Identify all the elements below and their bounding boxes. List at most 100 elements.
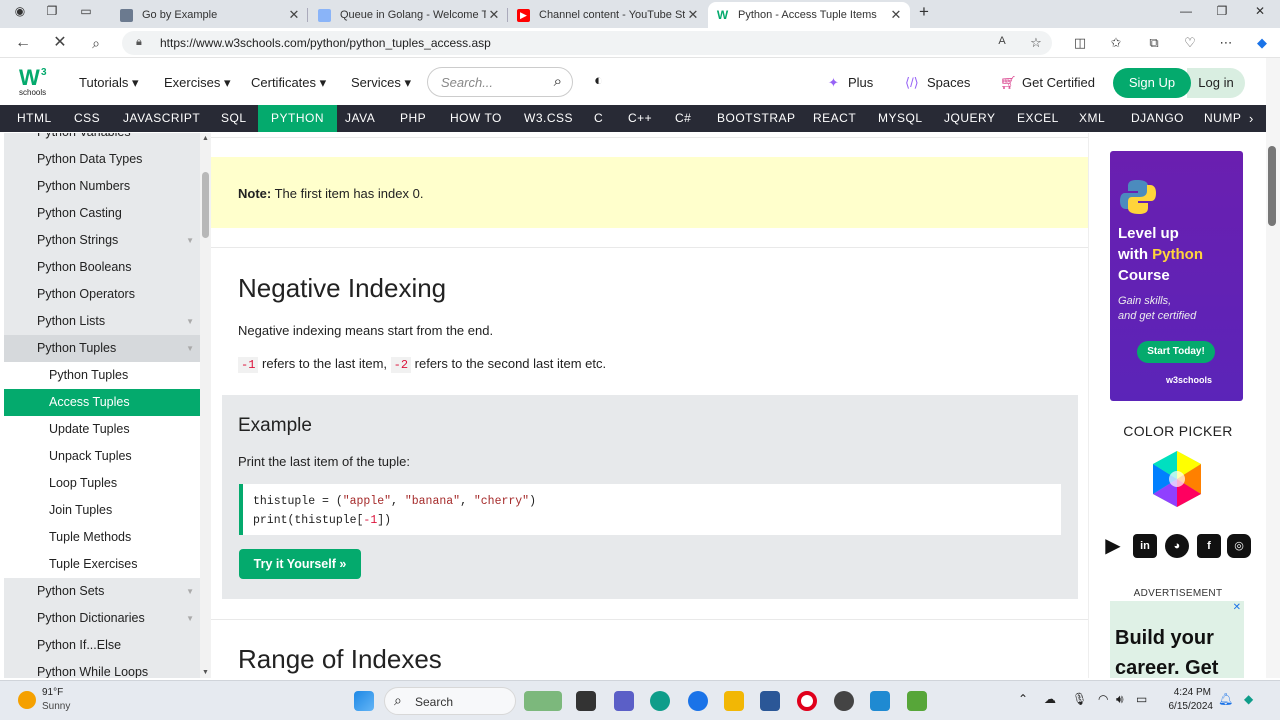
tab-queue-golang[interactable]: Queue in Golang - Welcome To C ✕: [310, 2, 508, 28]
sidebar-item-python-operators[interactable]: Python Operators: [4, 281, 200, 308]
workspaces-icon[interactable]: ❐: [42, 4, 62, 18]
sidebar-item-python-lists[interactable]: Python Lists ▼: [4, 308, 200, 335]
stop-loading-icon[interactable]: ✕: [50, 34, 70, 52]
lang-nav-how-to[interactable]: HOW TO: [437, 105, 515, 132]
lang-nav-django[interactable]: DJANGO: [1118, 105, 1197, 132]
favorites-icon[interactable]: ✩: [1106, 35, 1126, 51]
wifi-icon[interactable]: ◠: [1098, 692, 1108, 706]
sidebar-item-python-sets[interactable]: Python Sets ▼: [4, 578, 200, 605]
scroll-down-icon[interactable]: ▼: [202, 669, 209, 676]
facebook-icon[interactable]: f: [1197, 534, 1221, 558]
start-today-button[interactable]: Start Today!: [1137, 341, 1215, 363]
collections-icon[interactable]: ⧉: [1144, 35, 1164, 51]
back-icon[interactable]: ←: [13, 34, 33, 52]
search-icon[interactable]: ⌕: [86, 34, 106, 52]
notifications-icon[interactable]: 🔔︎: [1218, 692, 1233, 706]
file-explorer-icon[interactable]: [724, 691, 744, 711]
sidebar-item-join-tuples[interactable]: Join Tuples: [4, 497, 200, 524]
restore-icon[interactable]: ❐: [1212, 4, 1232, 18]
sidebar-item-tuple-methods[interactable]: Tuple Methods: [4, 524, 200, 551]
sun-weather-icon[interactable]: [18, 691, 36, 709]
python-course-ad[interactable]: Level up with Python Course Gain skills,…: [1110, 151, 1243, 401]
lang-nav-php[interactable]: PHP: [387, 105, 439, 132]
career-ad[interactable]: ✕ Build your career. Get: [1110, 601, 1244, 678]
battery-icon[interactable]: ▭: [1136, 692, 1147, 706]
task-view-icon[interactable]: [576, 691, 596, 711]
sidebar-item-python-dictionaries[interactable]: Python Dictionaries ▼: [4, 605, 200, 632]
sidebar-item-python-tuples[interactable]: Python Tuples ▼: [4, 335, 200, 362]
notepad-icon[interactable]: [907, 691, 927, 711]
close-icon[interactable]: ✕: [685, 7, 701, 23]
youtube-icon[interactable]: ▶: [1101, 534, 1125, 558]
clock-time[interactable]: 4:24 PM: [1163, 687, 1211, 698]
search-icon[interactable]: ⌕: [554, 73, 562, 90]
sidebar-scroll-thumb[interactable]: [202, 172, 209, 238]
get-certified-link[interactable]: Get Certified: [1022, 75, 1095, 90]
discord-icon[interactable]: ◕: [1165, 534, 1189, 558]
taskbar-search-input[interactable]: ⌕ Search: [384, 687, 516, 715]
url-field[interactable]: 🔒︎ https://www.w3schools.com/python/pyth…: [122, 31, 1052, 55]
w3schools-logo-icon[interactable]: W 3 schools: [18, 65, 52, 97]
lang-nav-c#[interactable]: C#: [662, 105, 704, 132]
split-screen-icon[interactable]: ◫: [1070, 35, 1090, 51]
sidebar-item-unpack-tuples[interactable]: Unpack Tuples: [4, 443, 200, 470]
sidebar-item-python-tuples[interactable]: Python Tuples: [4, 362, 200, 389]
window-close-icon[interactable]: ✕: [1250, 4, 1270, 18]
exercises-menu[interactable]: Exercises ▾: [164, 75, 231, 91]
color-picker-icon[interactable]: [1143, 449, 1211, 509]
lang-nav-c[interactable]: C: [581, 105, 616, 132]
weather-description[interactable]: Sunny: [42, 701, 70, 712]
sidebar-item-python-data-types[interactable]: Python Data Types: [4, 146, 200, 173]
store-icon[interactable]: [760, 691, 780, 711]
browser-essentials-icon[interactable]: ♡: [1180, 35, 1200, 51]
obs-icon[interactable]: [834, 691, 854, 711]
sidebar-item-access-tuples[interactable]: Access Tuples: [4, 389, 200, 416]
lang-nav-w3-css[interactable]: W3.CSS: [511, 105, 586, 132]
plus-link[interactable]: Plus: [848, 75, 873, 90]
opera-icon[interactable]: [797, 691, 817, 711]
sidebar-item-python-strings[interactable]: Python Strings ▼: [4, 227, 200, 254]
linkedin-icon[interactable]: in: [1133, 534, 1157, 558]
windows-start-icon[interactable]: [354, 691, 374, 711]
spaces-link[interactable]: Spaces: [927, 75, 970, 90]
profile-icon[interactable]: ◉: [10, 4, 30, 18]
tab-actions-icon[interactable]: ▭: [76, 4, 96, 18]
lang-nav-sql[interactable]: SQL: [208, 105, 260, 132]
page-scroll-thumb[interactable]: [1268, 146, 1276, 226]
favorite-star-icon[interactable]: ☆: [1026, 35, 1046, 51]
tab-youtube-studio[interactable]: ▶ Channel content - YouTube Studi ✕: [509, 2, 707, 28]
close-icon[interactable]: ✕: [486, 7, 502, 23]
tutorials-menu[interactable]: Tutorials ▾: [79, 75, 139, 91]
lang-nav-next-icon[interactable]: ›: [1236, 105, 1267, 132]
edge-beta-icon[interactable]: [688, 691, 708, 711]
tab-python-access-tuple[interactable]: W Python - Access Tuple Items ✕: [708, 2, 910, 28]
sidebar-item-python-if-else[interactable]: Python If...Else: [4, 632, 200, 659]
copilot-icon[interactable]: ◆: [1252, 35, 1272, 51]
sidebar-item-update-tuples[interactable]: Update Tuples: [4, 416, 200, 443]
lang-nav-excel[interactable]: EXCEL: [1004, 105, 1072, 132]
lang-nav-javascript[interactable]: JAVASCRIPT: [110, 105, 213, 132]
lang-nav-bootstrap[interactable]: BOOTSTRAP: [704, 105, 809, 132]
lang-nav-jquery[interactable]: JQUERY: [931, 105, 1008, 132]
onedrive-icon[interactable]: ☁: [1044, 692, 1056, 706]
lang-nav-c++[interactable]: C++: [615, 105, 665, 132]
minimize-icon[interactable]: —: [1176, 4, 1196, 18]
sign-up-button[interactable]: Sign Up: [1113, 68, 1191, 98]
sidebar-item-python-booleans[interactable]: Python Booleans: [4, 254, 200, 281]
lang-nav-java[interactable]: JAVA: [332, 105, 388, 132]
instagram-icon[interactable]: ◎: [1227, 534, 1251, 558]
services-menu[interactable]: Services ▾: [351, 75, 411, 91]
search-input[interactable]: Search... ⌕: [427, 67, 573, 97]
lang-nav-html[interactable]: HTML: [4, 105, 65, 132]
lang-nav-react[interactable]: REACT: [800, 105, 869, 132]
edge-icon[interactable]: [650, 691, 670, 711]
volume-icon[interactable]: 🔊︎: [1116, 692, 1124, 707]
vscode-icon[interactable]: [870, 691, 890, 711]
teams-icon[interactable]: [614, 691, 634, 711]
new-tab-button[interactable]: +: [914, 2, 934, 22]
show-hidden-icons-icon[interactable]: ⌃: [1018, 692, 1028, 706]
dark-mode-toggle-icon[interactable]: ◐: [594, 72, 603, 89]
lang-nav-css[interactable]: CSS: [61, 105, 113, 132]
log-in-button[interactable]: Log in: [1187, 68, 1245, 98]
weather-temperature[interactable]: 91°F: [42, 687, 63, 698]
